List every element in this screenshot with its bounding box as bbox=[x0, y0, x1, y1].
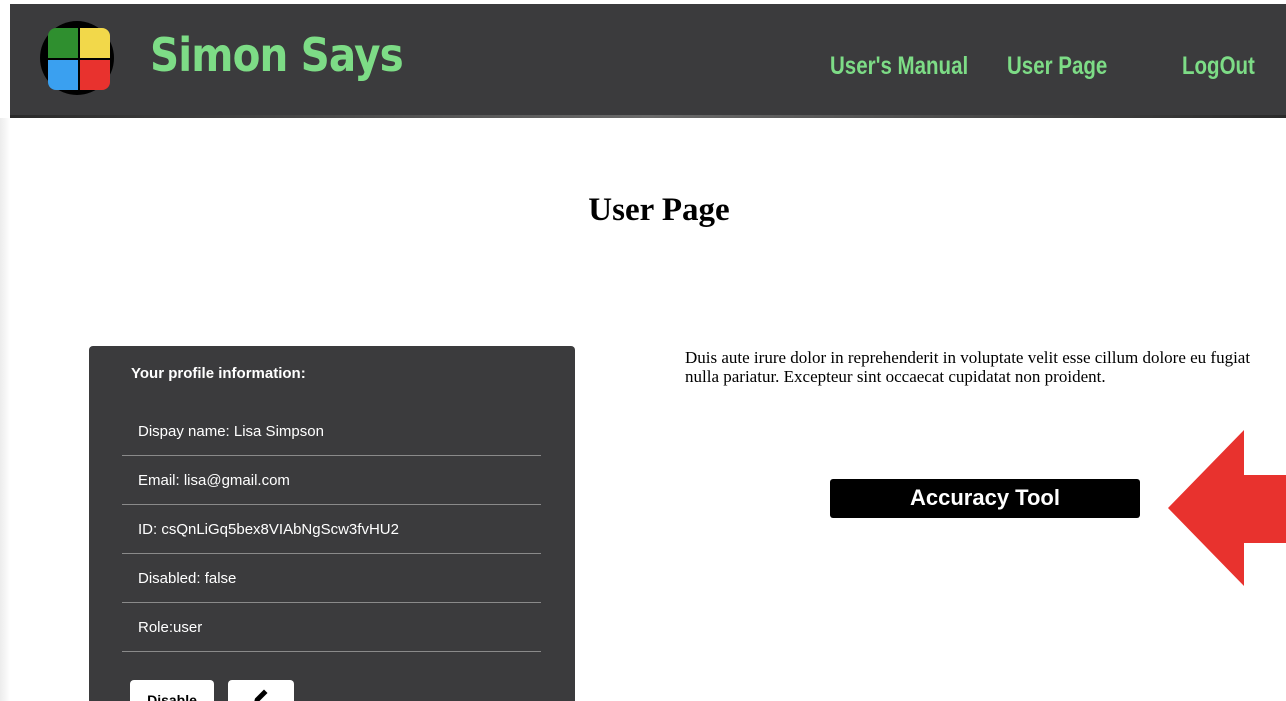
profile-role: Role:user bbox=[122, 603, 541, 652]
user-page-screen: Simon Says User's Manual User Page LogOu… bbox=[0, 0, 1286, 701]
logo-red-square bbox=[80, 60, 110, 90]
disable-button[interactable]: Disable bbox=[130, 680, 214, 701]
page-description: Duis aute irure dolor in reprehenderit i… bbox=[685, 348, 1251, 386]
profile-card: Your profile information: Dispay name: L… bbox=[89, 346, 575, 701]
profile-info-list: Dispay name: Lisa Simpson Email: lisa@gm… bbox=[122, 406, 541, 652]
accuracy-tool-button[interactable]: Accuracy Tool bbox=[830, 479, 1140, 518]
simon-logo-icon[interactable] bbox=[40, 21, 114, 95]
profile-display-name: Dispay name: Lisa Simpson bbox=[122, 406, 541, 456]
logo-yellow-square bbox=[80, 28, 110, 58]
nav-users-manual[interactable]: User's Manual bbox=[830, 52, 968, 81]
profile-disabled: Disabled: false bbox=[122, 554, 541, 603]
edit-button[interactable] bbox=[228, 680, 294, 701]
header-shadow bbox=[10, 115, 1286, 118]
brand-name[interactable]: Simon Says bbox=[150, 28, 404, 82]
profile-id: ID: csQnLiGq5bex8VIAbNgScw3fvHU2 bbox=[122, 505, 541, 554]
profile-heading: Your profile information: bbox=[131, 365, 306, 382]
nav-user-page[interactable]: User Page bbox=[1007, 52, 1107, 81]
page-title: User Page bbox=[588, 192, 730, 228]
nav-logout[interactable]: LogOut bbox=[1182, 52, 1255, 81]
arrow-left-icon bbox=[1168, 430, 1286, 586]
logo-blue-square bbox=[48, 60, 78, 90]
header-bar: Simon Says User's Manual User Page LogOu… bbox=[10, 4, 1286, 115]
pencil-icon bbox=[254, 689, 268, 701]
logo-green-square bbox=[48, 28, 78, 58]
profile-email: Email: lisa@gmail.com bbox=[122, 456, 541, 505]
